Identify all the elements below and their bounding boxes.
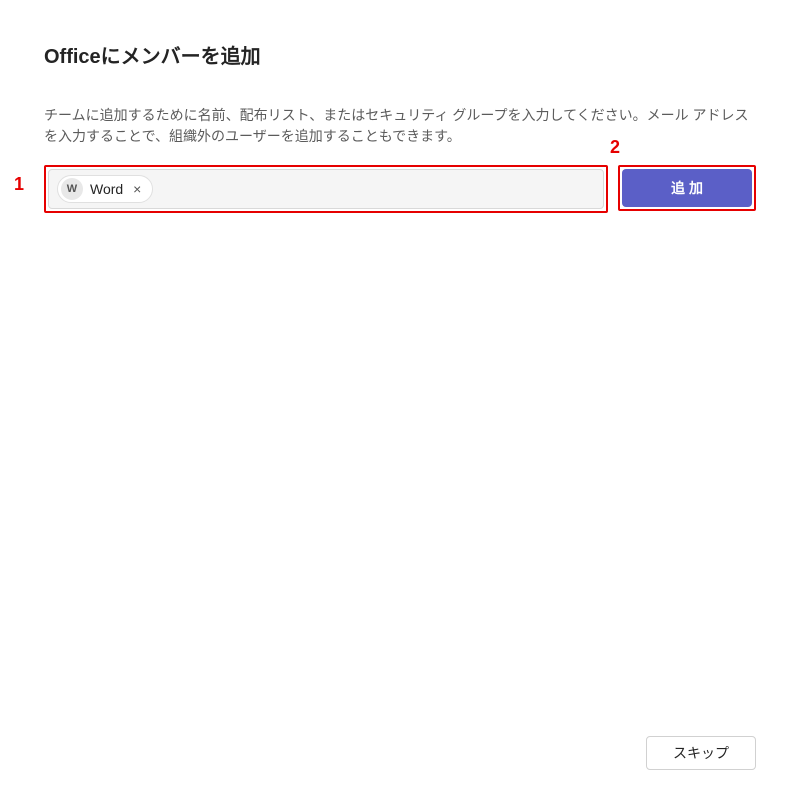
add-members-dialog: Officeにメンバーを追加 チームに追加するために名前、配布リスト、またはセキ… <box>0 0 800 800</box>
close-icon[interactable]: × <box>130 182 144 196</box>
add-button-highlight: 追加 <box>618 165 756 211</box>
member-chip: W Word × <box>57 175 153 203</box>
add-button[interactable]: 追加 <box>622 169 752 207</box>
input-row: 1 2 W Word × 追加 <box>44 165 756 213</box>
annotation-step-2: 2 <box>610 137 620 158</box>
annotation-step-1: 1 <box>14 174 24 195</box>
member-input[interactable]: W Word × <box>48 169 604 209</box>
dialog-description: チームに追加するために名前、配布リスト、またはセキュリティ グループを入力してく… <box>44 105 756 147</box>
member-input-highlight: W Word × <box>44 165 608 213</box>
avatar: W <box>61 178 83 200</box>
skip-button[interactable]: スキップ <box>646 736 756 770</box>
dialog-title: Officeにメンバーを追加 <box>44 40 756 69</box>
dialog-footer: スキップ <box>44 720 756 770</box>
chip-label: Word <box>90 181 123 197</box>
spacer <box>44 213 756 720</box>
